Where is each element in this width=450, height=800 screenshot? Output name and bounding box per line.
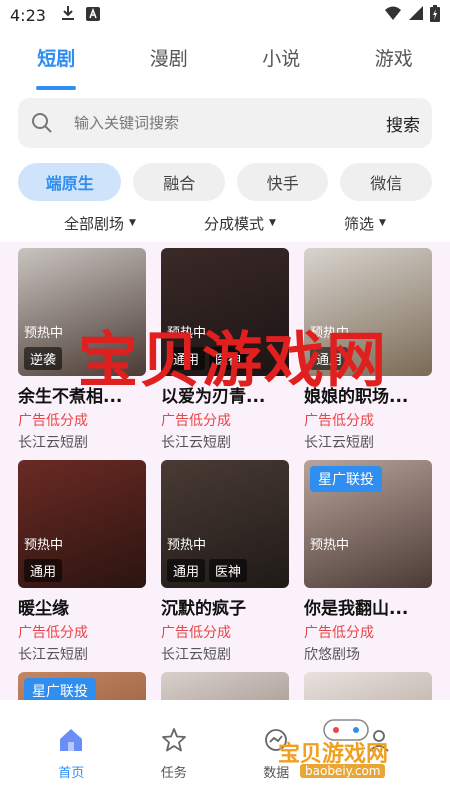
genre-tag: 医神 bbox=[209, 559, 248, 582]
drama-title: 沉默的疯子 bbox=[161, 599, 246, 619]
ad-revenue-label: 广告低分成 bbox=[18, 413, 88, 429]
drama-poster bbox=[304, 672, 432, 700]
dropdown-label: 全部剧场 bbox=[64, 214, 125, 233]
home-icon bbox=[57, 726, 85, 758]
caret-down-icon: ▼ bbox=[379, 218, 386, 228]
nav-tasks[interactable]: 任务 bbox=[124, 700, 224, 800]
dropdown-filter[interactable]: 筛选 ▼ bbox=[344, 208, 386, 238]
search-input[interactable] bbox=[74, 114, 386, 132]
ad-revenue-label: 广告低分成 bbox=[161, 625, 231, 641]
dropdown-label: 筛选 bbox=[344, 214, 375, 233]
top-tabs: 短剧 漫剧 小说 游戏 bbox=[0, 34, 450, 92]
chip-fusion[interactable]: 融合 bbox=[133, 163, 225, 201]
drama-source: 长江云短剧 bbox=[18, 647, 88, 663]
filter-chips: 端原生 融合 快手 微信 bbox=[18, 163, 432, 201]
caret-down-icon: ▼ bbox=[269, 218, 276, 228]
preheat-badge: 预热中 bbox=[310, 538, 350, 553]
status-time: 4:23 bbox=[10, 5, 46, 25]
tag-row: 逆袭 bbox=[24, 347, 63, 370]
drama-card[interactable]: 星广联投预热中你是我翻山... 广告低分成欣悠剧场 bbox=[304, 460, 432, 664]
caret-down-icon: ▼ bbox=[129, 218, 136, 228]
battery-icon bbox=[430, 4, 440, 26]
drama-source: 欣悠剧场 bbox=[304, 647, 360, 663]
dropdown-filters: 全部剧场 ▼ 分成模式 ▼ 筛选 ▼ bbox=[0, 208, 450, 238]
genre-tag: 通用 bbox=[24, 559, 63, 582]
drama-poster: 预热中通用 医神 bbox=[161, 460, 289, 588]
tab-short-drama[interactable]: 短剧 bbox=[1, 34, 111, 92]
tab-novel[interactable]: 小说 bbox=[226, 34, 336, 92]
nav-label: 首页 bbox=[58, 766, 85, 781]
dropdown-label: 分成模式 bbox=[204, 214, 265, 233]
tag-row: 通用 医神 bbox=[167, 559, 248, 582]
drama-poster: 预热中 通用 bbox=[18, 460, 146, 588]
drama-card[interactable]: 预热中通用暖尘缘广告低分成长江云短剧 bbox=[18, 460, 146, 664]
drama-source: 长江云短剧 bbox=[18, 435, 88, 451]
genre-tag: 逆袭 bbox=[24, 347, 63, 370]
wifi-icon bbox=[384, 5, 402, 25]
watermark-overlay: 宝贝游戏网 bbox=[78, 326, 388, 396]
chip-wechat[interactable]: 微信 bbox=[340, 163, 432, 201]
drama-card[interactable] bbox=[161, 672, 289, 700]
ad-revenue-label: 广告低分成 bbox=[304, 625, 374, 641]
chip-kuaishou[interactable]: 快手 bbox=[236, 163, 329, 201]
ad-revenue-label: 广告低分成 bbox=[18, 625, 88, 641]
promo-badge: 星广联投 bbox=[310, 466, 382, 492]
drama-card[interactable] bbox=[304, 672, 432, 700]
chip-native[interactable]: 端原生 bbox=[18, 163, 122, 201]
drama-title: 暖尘缘 bbox=[18, 599, 69, 619]
nav-home[interactable]: 首页 bbox=[21, 700, 121, 800]
signal-icon bbox=[408, 5, 424, 25]
tab-comic-drama[interactable]: 漫剧 bbox=[114, 34, 224, 92]
drama-card[interactable]: 星广联投 bbox=[18, 672, 146, 700]
notification-a-icon bbox=[85, 6, 100, 25]
search-bar: 搜索 bbox=[18, 98, 432, 148]
preheat-badge: 预热中 bbox=[167, 538, 207, 553]
dropdown-all-theaters[interactable]: 全部剧场 ▼ bbox=[64, 208, 136, 238]
search-icon bbox=[30, 111, 54, 135]
drama-poster: 星广联投 预热中 bbox=[304, 460, 432, 588]
tag-row: 通用 bbox=[24, 559, 63, 582]
watermark-logo-url: baobeiy.com bbox=[300, 764, 386, 778]
promo-badge: 星广联投 bbox=[24, 678, 96, 700]
preheat-badge: 预热中 bbox=[24, 326, 64, 341]
watermark-logo: 宝贝游戏网 baobeiy.com bbox=[270, 714, 430, 786]
genre-tag: 通用 bbox=[167, 559, 206, 582]
dropdown-revenue-mode[interactable]: 分成模式 ▼ bbox=[204, 208, 276, 238]
drama-source: 长江云短剧 bbox=[161, 435, 231, 451]
ad-revenue-label: 广告低分成 bbox=[304, 413, 374, 429]
star-icon bbox=[160, 726, 188, 758]
download-icon bbox=[60, 5, 76, 25]
tab-game[interactable]: 游戏 bbox=[339, 34, 449, 92]
nav-label: 任务 bbox=[160, 766, 187, 781]
ad-revenue-label: 广告低分成 bbox=[161, 413, 231, 429]
drama-source: 长江云短剧 bbox=[161, 647, 231, 663]
drama-poster: 星广联投 bbox=[18, 672, 146, 700]
search-button[interactable]: 搜索 bbox=[386, 111, 420, 136]
drama-list: 预热中 逆袭 余生不煮相... 广告低分成 长江云短剧 预热中 通用 医神 以爱为刃青... 广告… bbox=[0, 242, 450, 700]
drama-card[interactable]: 预热中通用 医神沉默的疯子广告低分成长江云短剧 bbox=[161, 460, 289, 664]
drama-source: 长江云短剧 bbox=[304, 435, 374, 451]
preheat-badge: 预热中 bbox=[24, 538, 64, 553]
drama-title: 你是我翻山... bbox=[304, 599, 409, 619]
status-bar: 4:23 bbox=[0, 0, 450, 30]
drama-poster bbox=[161, 672, 289, 700]
